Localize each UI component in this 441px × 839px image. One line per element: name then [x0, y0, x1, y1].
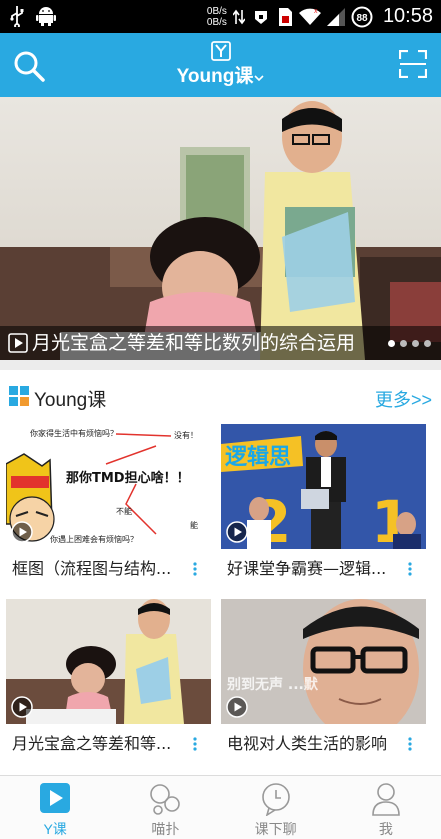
course-card[interactable]: 逻辑思 2 1 好课堂争霸赛—逻辑... [221, 424, 426, 578]
more-link[interactable]: 更多>> [375, 386, 432, 412]
wifi-icon: x [298, 8, 321, 25]
course-card[interactable]: 月光宝盒之等差和等... [6, 599, 211, 753]
more-options-icon[interactable] [408, 562, 412, 576]
carousel-dot[interactable] [400, 340, 407, 347]
app-screen: 0B/s 0B/s x 88 10:58 Young课 月光宝盒之等差和等比数列… [0, 0, 441, 839]
usb-icon [10, 6, 24, 27]
svg-text:x: x [314, 8, 318, 15]
tab-label: 喵扑 [151, 821, 180, 837]
grid-icon [9, 386, 29, 406]
bottom-tab-bar: Y课 喵扑 课下聊 我 [0, 775, 441, 839]
carousel-dot[interactable] [388, 340, 395, 347]
thumb-answer-no: 没有！ [174, 430, 198, 440]
bubbles-icon [150, 784, 181, 815]
banner-image [0, 97, 441, 360]
tab-me[interactable]: 我 [331, 776, 441, 839]
thumb-show-title: 逻辑思 [225, 444, 291, 470]
featured-banner[interactable]: 月光宝盒之等差和等比数列的综合运用 [0, 97, 441, 360]
thumbnail-image: 逻辑思 2 1 [221, 424, 426, 549]
course-title: 月光宝盒之等差和等... [12, 734, 172, 753]
banner-caption: 月光宝盒之等差和等比数列的综合运用 [0, 326, 441, 360]
svg-text:88: 88 [356, 13, 368, 24]
more-options-icon[interactable] [193, 562, 197, 576]
more-options-icon[interactable] [193, 737, 197, 751]
scan-icon[interactable] [399, 50, 427, 78]
course-card[interactable]: 你家得生活中有烦恼吗？ 没有！ 那你TMD担心啥！！ 不能 能 你遇上困难会有烦… [6, 424, 211, 578]
signal-icon [326, 7, 345, 26]
carousel-indicator [388, 340, 431, 347]
app-logo-icon [210, 41, 231, 61]
thumb-big-text: 那你TMD担心啥！！ [66, 470, 190, 486]
tab-label: 我 [378, 821, 393, 837]
tab-miaopu[interactable]: 喵扑 [110, 776, 220, 839]
play-button-icon[interactable] [11, 696, 33, 718]
app-title-dropdown[interactable]: Young课 [0, 41, 441, 88]
play-icon [40, 783, 71, 813]
section-header: Young课 更多>> [0, 370, 441, 422]
battery-icon: 88 [351, 6, 373, 27]
tab-label: Y课 [43, 821, 67, 837]
thumb-question-2: 你遇上困难会有烦恼吗？ [50, 534, 138, 544]
thumbnail-image: 你家得生活中有烦恼吗？ 没有！ 那你TMD担心啥！！ 不能 能 你遇上困难会有烦… [6, 424, 211, 549]
data-transfer-icon [232, 9, 245, 24]
thumb-no: 不能 [116, 506, 132, 516]
section-title: Young课 [34, 390, 107, 411]
tab-y-course[interactable]: Y课 [0, 776, 110, 839]
video-play-icon [8, 333, 28, 353]
chat-icon [261, 783, 290, 816]
course-title: 好课堂争霸赛—逻辑... [227, 559, 387, 578]
play-button-icon[interactable] [226, 696, 248, 718]
app-title: Young课 [176, 66, 254, 87]
thumbnail-image [6, 599, 211, 724]
thumbnail-image: 别到无声 ...默 [221, 599, 426, 724]
course-thumbnail[interactable]: 你家得生活中有烦恼吗？ 没有！ 那你TMD担心啥！！ 不能 能 你遇上困难会有烦… [6, 424, 211, 549]
tab-after-class-chat[interactable]: 课下聊 [221, 776, 331, 839]
android-icon [36, 7, 56, 26]
thumb-yes: 能 [190, 520, 198, 530]
course-card[interactable]: 别到无声 ...默 电视对人类生活的影响 [221, 599, 426, 753]
course-thumbnail[interactable]: 别到无声 ...默 [221, 599, 426, 724]
thumb-overlay-text: 别到无声 ...默 [226, 676, 319, 693]
carousel-dot[interactable] [412, 340, 419, 347]
thumb-question-1: 你家得生活中有烦恼吗？ [30, 428, 118, 438]
banner-title: 月光宝盒之等差和等比数列的综合运用 [32, 332, 356, 354]
person-icon [372, 783, 400, 816]
more-options-icon[interactable] [408, 737, 412, 751]
network-speed: 0B/s 0B/s [206, 5, 227, 28]
vpn-icon [254, 10, 267, 24]
young-course-section: Young课 更多>> 你家得生活中有烦恼吗？ 没有！ 那你TMD担心啥！！ 不… [0, 370, 441, 775]
status-bar: 0B/s 0B/s x 88 10:58 [0, 0, 441, 33]
app-header: Young课 [0, 33, 441, 97]
sim-icon [278, 7, 292, 26]
clock: 10:58 [382, 5, 433, 27]
course-title: 电视对人类生活的影响 [227, 734, 388, 753]
chevron-down-icon [254, 74, 264, 81]
course-thumbnail[interactable] [6, 599, 211, 724]
course-thumbnail[interactable]: 逻辑思 2 1 [221, 424, 426, 549]
course-title: 框图（流程图与结构... [12, 559, 172, 578]
carousel-dot[interactable] [424, 340, 431, 347]
play-button-icon[interactable] [226, 521, 248, 543]
tab-label: 课下聊 [254, 821, 297, 837]
play-button-icon[interactable] [11, 521, 33, 543]
